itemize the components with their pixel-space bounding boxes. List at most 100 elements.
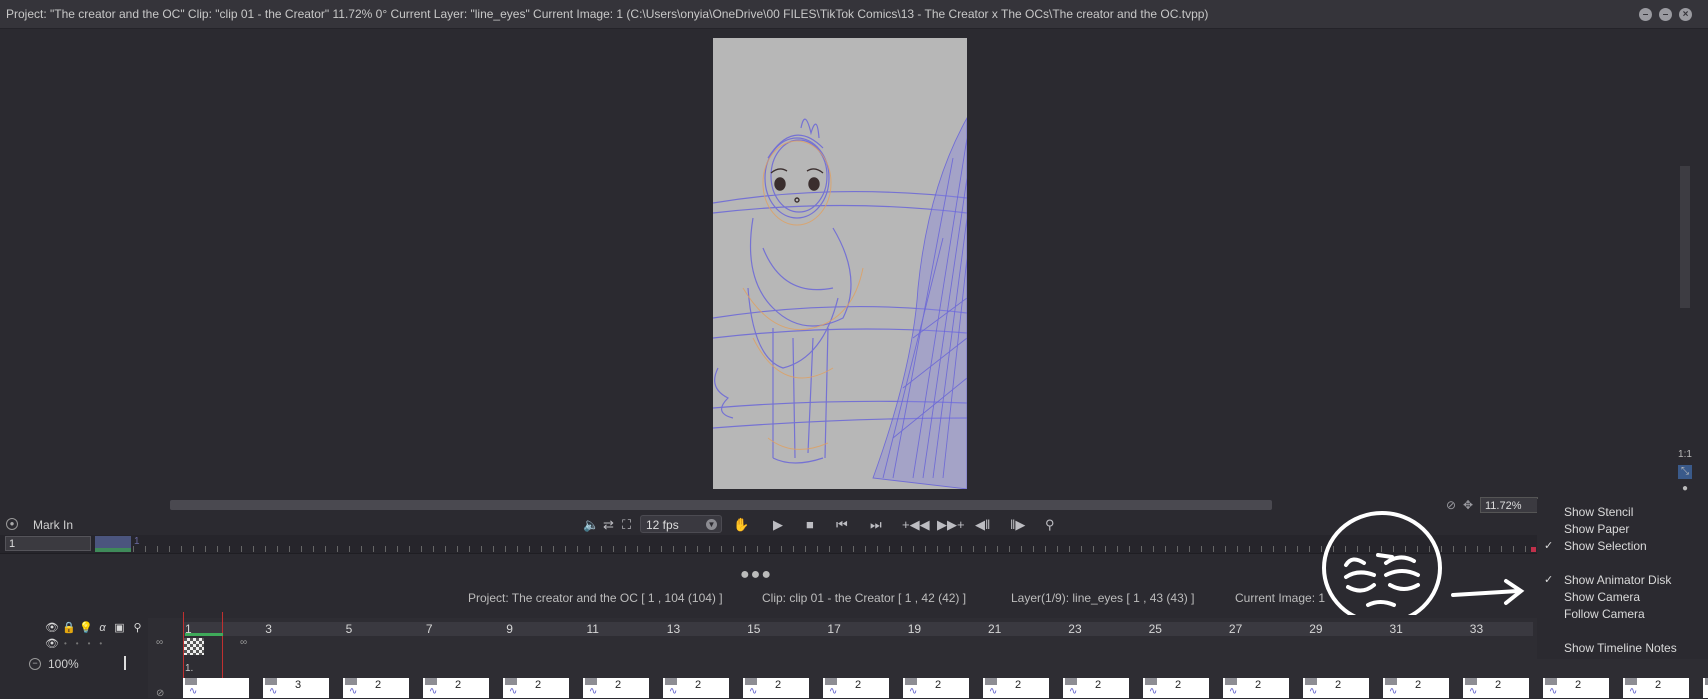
user-icon[interactable]: ● (1678, 482, 1692, 496)
frame-number: 9 (506, 622, 513, 636)
play-range-bar[interactable] (95, 536, 131, 548)
ruler-tick (325, 546, 326, 552)
ruler-tick (961, 546, 962, 552)
thumbnail-sketch-mark: ∿ (1469, 686, 1478, 697)
thumbnail-tab[interactable] (1225, 678, 1237, 685)
light-bulb-icon[interactable]: 💡 (79, 622, 93, 635)
frame-number: 17 (827, 622, 841, 636)
opacity-slider[interactable] (124, 656, 126, 670)
thumbnail-tab[interactable] (1465, 678, 1477, 685)
frame-number: 13 (666, 622, 681, 636)
fullscreen-icon[interactable]: ⛶ (622, 517, 631, 533)
next-frame-button[interactable]: ‖▶ (1010, 517, 1025, 533)
thumbnail-tab[interactable] (825, 678, 837, 685)
sound-icon[interactable]: 🔈 (583, 517, 599, 533)
thumbnail-tab[interactable] (1625, 678, 1637, 685)
ruler-tick (301, 546, 302, 552)
ruler-tick (193, 546, 194, 552)
frame-number: 7 (425, 622, 433, 636)
menu-item-show-selection[interactable]: Show Selection (1564, 539, 1647, 553)
thumbnail-tab[interactable] (1385, 678, 1397, 685)
thumbnail-hold-count: 2 (615, 679, 622, 691)
mark-in-toggle-icon[interactable]: ● (6, 518, 18, 530)
thumbnail-tab[interactable] (1305, 678, 1317, 685)
eye-visible-icon[interactable]: 👁 (45, 638, 59, 651)
mark-in-label[interactable]: Mark In (33, 518, 73, 532)
ruler-tick (493, 546, 494, 552)
thumbnail-tab[interactable] (585, 678, 597, 685)
thumbnail-tab[interactable] (185, 678, 197, 685)
thumbnail-tab[interactable] (505, 678, 517, 685)
lock-icon[interactable]: 🔒 (62, 622, 76, 635)
ruler-tick (373, 546, 374, 552)
ruler-tick (613, 546, 614, 552)
ruler-tick (853, 546, 854, 552)
thumbnail-sketch-mark: ∿ (749, 686, 758, 697)
cel-link-icon[interactable]: ∞ (240, 637, 247, 648)
thumbnail-tab[interactable] (1545, 678, 1557, 685)
menu-item-show-timeline-notes[interactable]: Show Timeline Notes (1564, 641, 1677, 655)
thumbnail-sketch-mark: ∿ (1069, 686, 1078, 697)
marker-pin-icon[interactable]: ⚲ (1045, 517, 1055, 533)
thumbnail-hold-count: 3 (295, 679, 302, 691)
ruler-tick (241, 546, 242, 552)
frame-number-strip[interactable] (183, 622, 1533, 636)
go-to-start-button[interactable]: ⏮ (836, 517, 848, 533)
menu-item-show-paper[interactable]: Show Paper (1564, 522, 1629, 536)
row-toggle-icon[interactable]: ⊘ (156, 688, 164, 699)
alpha-icon[interactable]: α (96, 622, 109, 635)
thumbnail-tab[interactable] (265, 678, 277, 685)
previous-frame-button[interactable]: ◀‖ (975, 517, 990, 533)
search-icon[interactable]: ⚲ (131, 622, 144, 635)
loop-icon[interactable]: ⇄ (603, 517, 614, 533)
previous-key-button[interactable]: +◀◀ (902, 517, 930, 533)
thumbnail-tab[interactable] (425, 678, 437, 685)
stop-button[interactable]: ■ (806, 517, 814, 533)
minimize-button[interactable]: – (1639, 8, 1652, 21)
layer-link-icon[interactable]: ∞ (156, 637, 163, 648)
thumbnail-sketch-mark: ∿ (269, 686, 278, 697)
pan-hand-icon[interactable]: ✋ (733, 517, 749, 533)
frame-number: 19 (907, 622, 922, 636)
thumbnail-hold-count: 2 (1415, 679, 1422, 691)
menu-item-follow-camera[interactable]: Follow Camera (1564, 607, 1645, 621)
thumbnail-tab[interactable] (665, 678, 677, 685)
opacity-collapse-icon[interactable]: − (29, 658, 41, 670)
ratio-label[interactable]: 1:1 (1678, 448, 1692, 462)
ruler-tick (589, 546, 590, 552)
thumbnail-hold-count: 2 (1495, 679, 1502, 691)
play-button[interactable]: ▶ (773, 517, 783, 533)
stencil-icon[interactable]: ▣ (113, 622, 126, 635)
thumbnail-tab[interactable] (1065, 678, 1077, 685)
current-frame-input[interactable]: 1 (5, 536, 91, 551)
thumbnail-sketch-mark: ∿ (1309, 686, 1318, 697)
info-clip: Clip: clip 01 - the Creator [ 1 , 42 (42… (762, 591, 967, 605)
ruler-tick (577, 546, 578, 552)
thumbnail-tab[interactable] (345, 678, 357, 685)
ruler-tick (1225, 546, 1226, 552)
fit-view-icon[interactable]: ⤡ (1678, 465, 1692, 479)
vertical-scrollbar[interactable] (1680, 166, 1690, 308)
thumbnail-tab[interactable] (985, 678, 997, 685)
thumbnail-tab[interactable] (745, 678, 757, 685)
panel-resize-handle[interactable]: ●●● (740, 566, 772, 584)
horizontal-scrollbar[interactable] (170, 500, 1272, 510)
restore-button[interactable]: – (1659, 8, 1672, 21)
next-key-button[interactable]: ▶▶+ (937, 517, 965, 533)
eye-icon[interactable]: 👁 (45, 622, 59, 635)
close-button[interactable]: × (1679, 8, 1692, 21)
cel-thumbnail[interactable] (184, 638, 204, 655)
menu-item-show-animator-disk[interactable]: Show Animator Disk (1564, 573, 1671, 587)
menu-item-show-stencil[interactable]: Show Stencil (1564, 505, 1633, 519)
fps-select[interactable]: 12 fps ▼ (640, 515, 722, 533)
ruler-tick (1009, 546, 1010, 552)
thumbnail-tab[interactable] (905, 678, 917, 685)
thumbnail-separator (1689, 678, 1703, 698)
menu-item-show-camera[interactable]: Show Camera (1564, 590, 1640, 604)
canvas-paper[interactable] (713, 38, 967, 489)
layer-opacity[interactable]: 100% (48, 657, 79, 671)
ruler-tick (1045, 546, 1046, 552)
ruler-tick (997, 546, 998, 552)
go-to-end-button[interactable]: ⏭ (870, 517, 882, 533)
thumbnail-tab[interactable] (1145, 678, 1157, 685)
